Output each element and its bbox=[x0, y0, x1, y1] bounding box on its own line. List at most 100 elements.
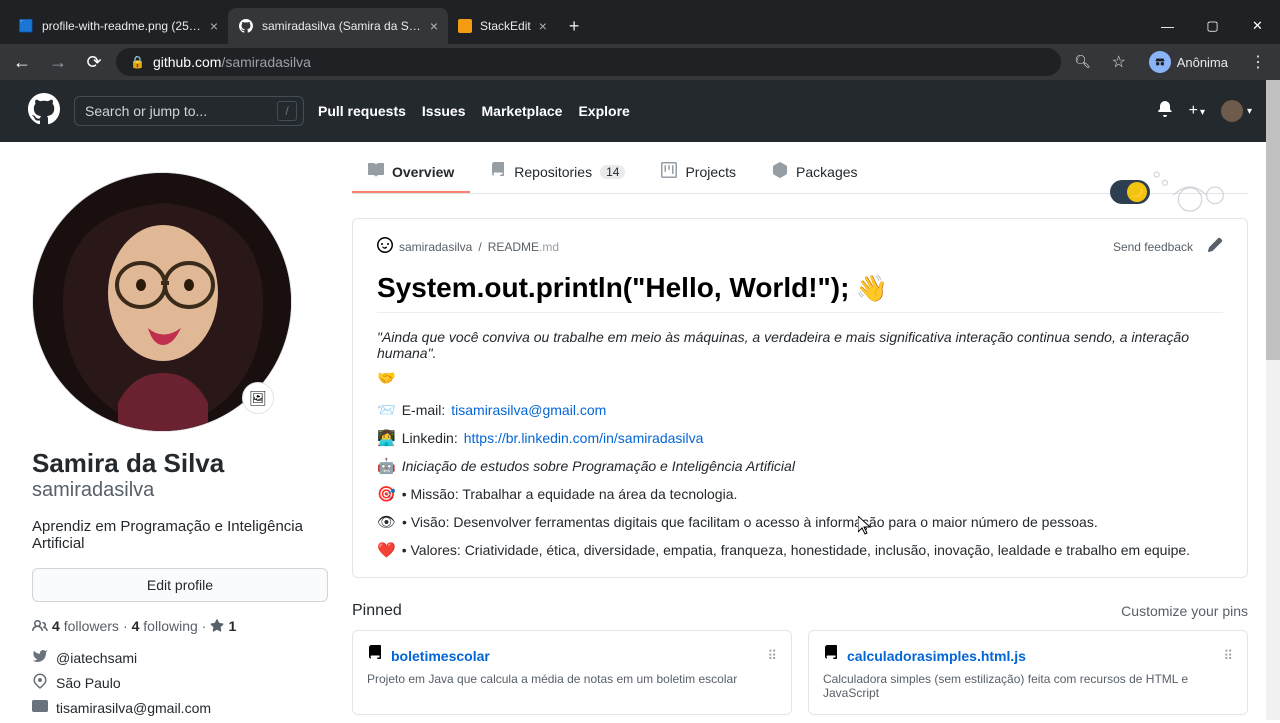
tab-title: StackEdit bbox=[480, 19, 531, 33]
github-nav: Pull requests Issues Marketplace Explore bbox=[318, 103, 630, 119]
pinned-repo-card: calculadorasimples.html.js ⠿ Calculadora… bbox=[808, 630, 1248, 715]
woman-tech-emoji: 👩‍💻 bbox=[377, 429, 396, 447]
browser-tab-strip: 🟦 profile-with-readme.png (2500×... × sa… bbox=[0, 0, 1280, 44]
close-icon[interactable]: × bbox=[210, 18, 218, 34]
star-icon bbox=[210, 619, 224, 633]
tab-projects[interactable]: Projects bbox=[645, 152, 752, 193]
twitter-icon bbox=[32, 648, 48, 667]
slash-shortcut: / bbox=[277, 101, 297, 121]
customize-pins-link[interactable]: Customize your pins bbox=[1121, 603, 1248, 619]
project-icon bbox=[661, 162, 677, 181]
people-icon bbox=[32, 618, 48, 634]
maximize-button[interactable]: ▢ bbox=[1190, 8, 1235, 44]
close-window-button[interactable]: ✕ bbox=[1235, 8, 1280, 44]
plus-dropdown[interactable]: +▾ bbox=[1189, 102, 1205, 120]
window-controls: — ▢ ✕ bbox=[1145, 8, 1280, 44]
linkedin-link[interactable]: https://br.linkedin.com/in/samiradasilva bbox=[464, 430, 704, 446]
new-tab-button[interactable]: + bbox=[557, 8, 592, 44]
repo-icon bbox=[367, 645, 383, 666]
mona-decoration bbox=[1130, 162, 1250, 212]
close-icon[interactable]: × bbox=[539, 18, 547, 34]
pinned-header: Pinned Customize your pins bbox=[352, 602, 1248, 620]
browser-tab[interactable]: StackEdit × bbox=[448, 8, 557, 44]
avatar-container: 🖼 bbox=[32, 172, 292, 432]
reload-button[interactable]: ⟳ bbox=[80, 52, 108, 73]
search-icon[interactable]: 🔍︎ bbox=[1069, 54, 1097, 70]
robot-emoji: 🤖 bbox=[377, 457, 396, 475]
profile-badge[interactable]: Anônima bbox=[1141, 49, 1236, 75]
readme-email: 📨 E-mail: tisamirasilva@gmail.com bbox=[377, 401, 1223, 419]
pinned-repo-desc: Calculadora simples (sem estilização) fe… bbox=[823, 672, 1233, 700]
email-link[interactable]: tisamirasilva@gmail.com bbox=[451, 402, 606, 418]
pinned-repo-name[interactable]: boletimescolar bbox=[391, 648, 490, 664]
github-header: Search or jump to... / Pull requests Iss… bbox=[0, 80, 1280, 142]
search-input[interactable]: Search or jump to... / bbox=[74, 96, 304, 126]
stars-count[interactable]: 1 bbox=[228, 618, 236, 634]
profile-name: Samira da Silva bbox=[32, 448, 328, 479]
pinned-grid: boletimescolar ⠿ Projeto em Java que cal… bbox=[352, 630, 1248, 715]
browser-toolbar: ← → ⟳ 🔒 github.com/samiradasilva 🔍︎ ☆ An… bbox=[0, 44, 1280, 80]
incognito-icon bbox=[1149, 51, 1171, 73]
scrollbar-track[interactable] bbox=[1266, 80, 1280, 720]
browser-tab[interactable]: 🟦 profile-with-readme.png (2500×... × bbox=[8, 8, 228, 44]
readme-header: samiradasilva / README.md Send feedback bbox=[377, 237, 1223, 256]
header-right: +▾ ▾ bbox=[1157, 100, 1252, 122]
scrollbar-thumb[interactable] bbox=[1266, 80, 1280, 360]
following-link[interactable]: 4 following bbox=[132, 618, 198, 634]
edit-icon[interactable] bbox=[1207, 237, 1223, 256]
location-icon bbox=[32, 673, 48, 692]
followers-link[interactable]: 4 followers bbox=[52, 618, 119, 634]
status-emoji-button[interactable]: 🖼 bbox=[242, 382, 274, 414]
readme-mission: 🎯 • Missão: Trabalhar a equidade na área… bbox=[377, 485, 1223, 503]
wave-emoji: 👋 bbox=[855, 273, 887, 304]
close-icon[interactable]: × bbox=[430, 18, 438, 34]
nav-pull-requests[interactable]: Pull requests bbox=[318, 103, 406, 119]
edit-profile-button[interactable]: Edit profile bbox=[32, 568, 328, 602]
chevron-down-icon: ▾ bbox=[1247, 106, 1252, 117]
nav-marketplace[interactable]: Marketplace bbox=[482, 103, 563, 119]
handshake-emoji: 🤝 bbox=[377, 369, 396, 387]
github-logo[interactable] bbox=[28, 93, 60, 130]
mail-icon bbox=[32, 698, 48, 717]
package-icon bbox=[772, 162, 788, 181]
readme-path-owner[interactable]: samiradasilva bbox=[399, 240, 472, 254]
eye-emoji: 👁 bbox=[377, 513, 396, 531]
bookmark-icon[interactable]: ☆ bbox=[1105, 52, 1133, 72]
repo-count-badge: 14 bbox=[600, 165, 625, 179]
minimize-button[interactable]: — bbox=[1145, 8, 1190, 44]
email-link[interactable]: tisamirasilva@gmail.com bbox=[32, 698, 328, 717]
repo-icon bbox=[490, 162, 506, 181]
send-feedback-link[interactable]: Send feedback bbox=[1113, 240, 1193, 254]
bell-icon[interactable] bbox=[1157, 101, 1173, 122]
twitter-link[interactable]: @iatechsami bbox=[32, 648, 328, 667]
readme-values: ❤️ • Valores: Criatividade, ética, diver… bbox=[377, 541, 1223, 559]
browser-tab-active[interactable]: samiradasilva (Samira da Silva) × bbox=[228, 8, 448, 44]
profile-sidebar: 🖼 Samira da Silva samiradasilva Aprendiz… bbox=[32, 142, 328, 723]
pinned-title: Pinned bbox=[352, 602, 402, 620]
inbox-emoji: 📨 bbox=[377, 401, 396, 419]
tab-title: profile-with-readme.png (2500×... bbox=[42, 19, 202, 33]
tab-overview[interactable]: Overview bbox=[352, 152, 470, 193]
back-button[interactable]: ← bbox=[8, 52, 36, 73]
drag-handle-icon[interactable]: ⠿ bbox=[767, 648, 777, 664]
tab-repositories[interactable]: Repositories 14 bbox=[474, 152, 641, 193]
smiley-icon bbox=[377, 237, 393, 256]
forward-button[interactable]: → bbox=[44, 52, 72, 73]
drag-handle-icon[interactable]: ⠿ bbox=[1223, 648, 1233, 664]
pinned-repo-name[interactable]: calculadorasimples.html.js bbox=[847, 648, 1026, 664]
address-bar[interactable]: 🔒 github.com/samiradasilva bbox=[116, 48, 1061, 76]
nav-issues[interactable]: Issues bbox=[422, 103, 466, 119]
url-path: /samiradasilva bbox=[221, 54, 310, 70]
tab-packages[interactable]: Packages bbox=[756, 152, 873, 193]
tab-title: samiradasilva (Samira da Silva) bbox=[262, 19, 422, 33]
book-icon bbox=[368, 162, 384, 181]
user-avatar-menu[interactable] bbox=[1221, 100, 1243, 122]
location-item: São Paulo bbox=[32, 673, 328, 692]
image-favicon: 🟦 bbox=[18, 18, 34, 34]
search-placeholder: Search or jump to... bbox=[85, 103, 207, 119]
menu-icon[interactable]: ⋮ bbox=[1244, 52, 1272, 72]
readme-studies: 🤖 Iniciação de estudos sobre Programação… bbox=[377, 457, 1223, 475]
nav-explore[interactable]: Explore bbox=[578, 103, 629, 119]
readme-linkedin: 👩‍💻 Linkedin: https://br.linkedin.com/in… bbox=[377, 429, 1223, 447]
profile-label: Anônima bbox=[1177, 55, 1228, 70]
